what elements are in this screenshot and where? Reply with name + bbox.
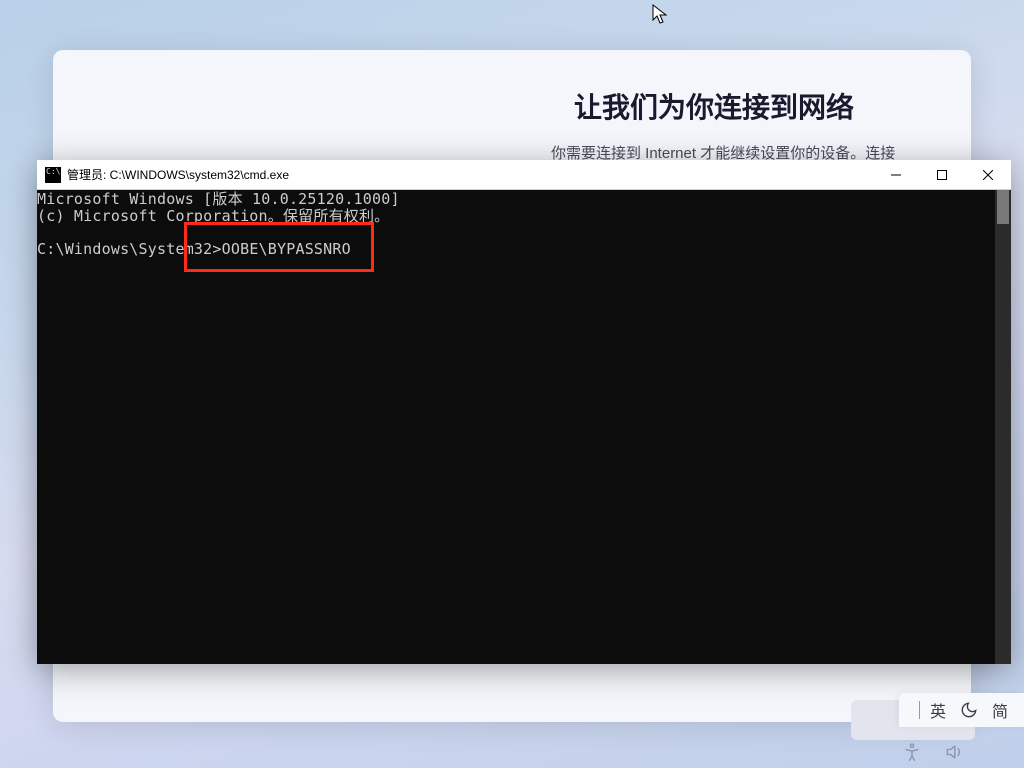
moon-icon[interactable] — [960, 701, 978, 719]
mouse-cursor-icon — [652, 4, 670, 26]
accessibility-icon[interactable] — [902, 742, 922, 762]
maximize-button[interactable] — [919, 160, 965, 190]
cmd-scrollbar-thumb[interactable] — [997, 190, 1009, 224]
cmd-window: 管理员: C:\WINDOWS\system32\cmd.exe Microso… — [37, 160, 1011, 664]
minimize-icon — [891, 170, 901, 180]
ime-indicator-strip[interactable]: 英 简 — [899, 693, 1024, 727]
cmd-icon — [45, 167, 61, 183]
cmd-banner-line2: (c) Microsoft Corporation。保留所有权利。 — [37, 207, 389, 225]
cmd-typed-command: OOBE\BYPASSNRO — [222, 240, 351, 258]
ime-separator — [919, 701, 920, 719]
close-button[interactable] — [965, 160, 1011, 190]
cmd-prompt: C:\Windows\System32> — [37, 240, 222, 258]
cmd-banner-line1: Microsoft Windows [版本 10.0.25120.1000] — [37, 190, 400, 208]
ime-lang-indicator[interactable]: 英 — [930, 698, 946, 722]
minimize-button[interactable] — [873, 160, 919, 190]
system-tray — [902, 742, 964, 762]
cmd-title-path: C:\WINDOWS\system32\cmd.exe — [110, 168, 289, 182]
maximize-icon — [937, 170, 947, 180]
ime-mode-indicator[interactable]: 简 — [992, 698, 1008, 722]
cmd-title-prefix: 管理员: — [67, 168, 110, 182]
cmd-window-title: 管理员: C:\WINDOWS\system32\cmd.exe — [67, 166, 873, 183]
cmd-titlebar[interactable]: 管理员: C:\WINDOWS\system32\cmd.exe — [37, 160, 1011, 190]
cmd-terminal-body[interactable]: Microsoft Windows [版本 10.0.25120.1000] (… — [37, 190, 1011, 664]
close-icon — [983, 170, 993, 180]
volume-icon[interactable] — [944, 742, 964, 762]
cmd-scrollbar[interactable] — [995, 190, 1011, 664]
oobe-title: 让我们为你连接到网络 — [574, 86, 854, 126]
